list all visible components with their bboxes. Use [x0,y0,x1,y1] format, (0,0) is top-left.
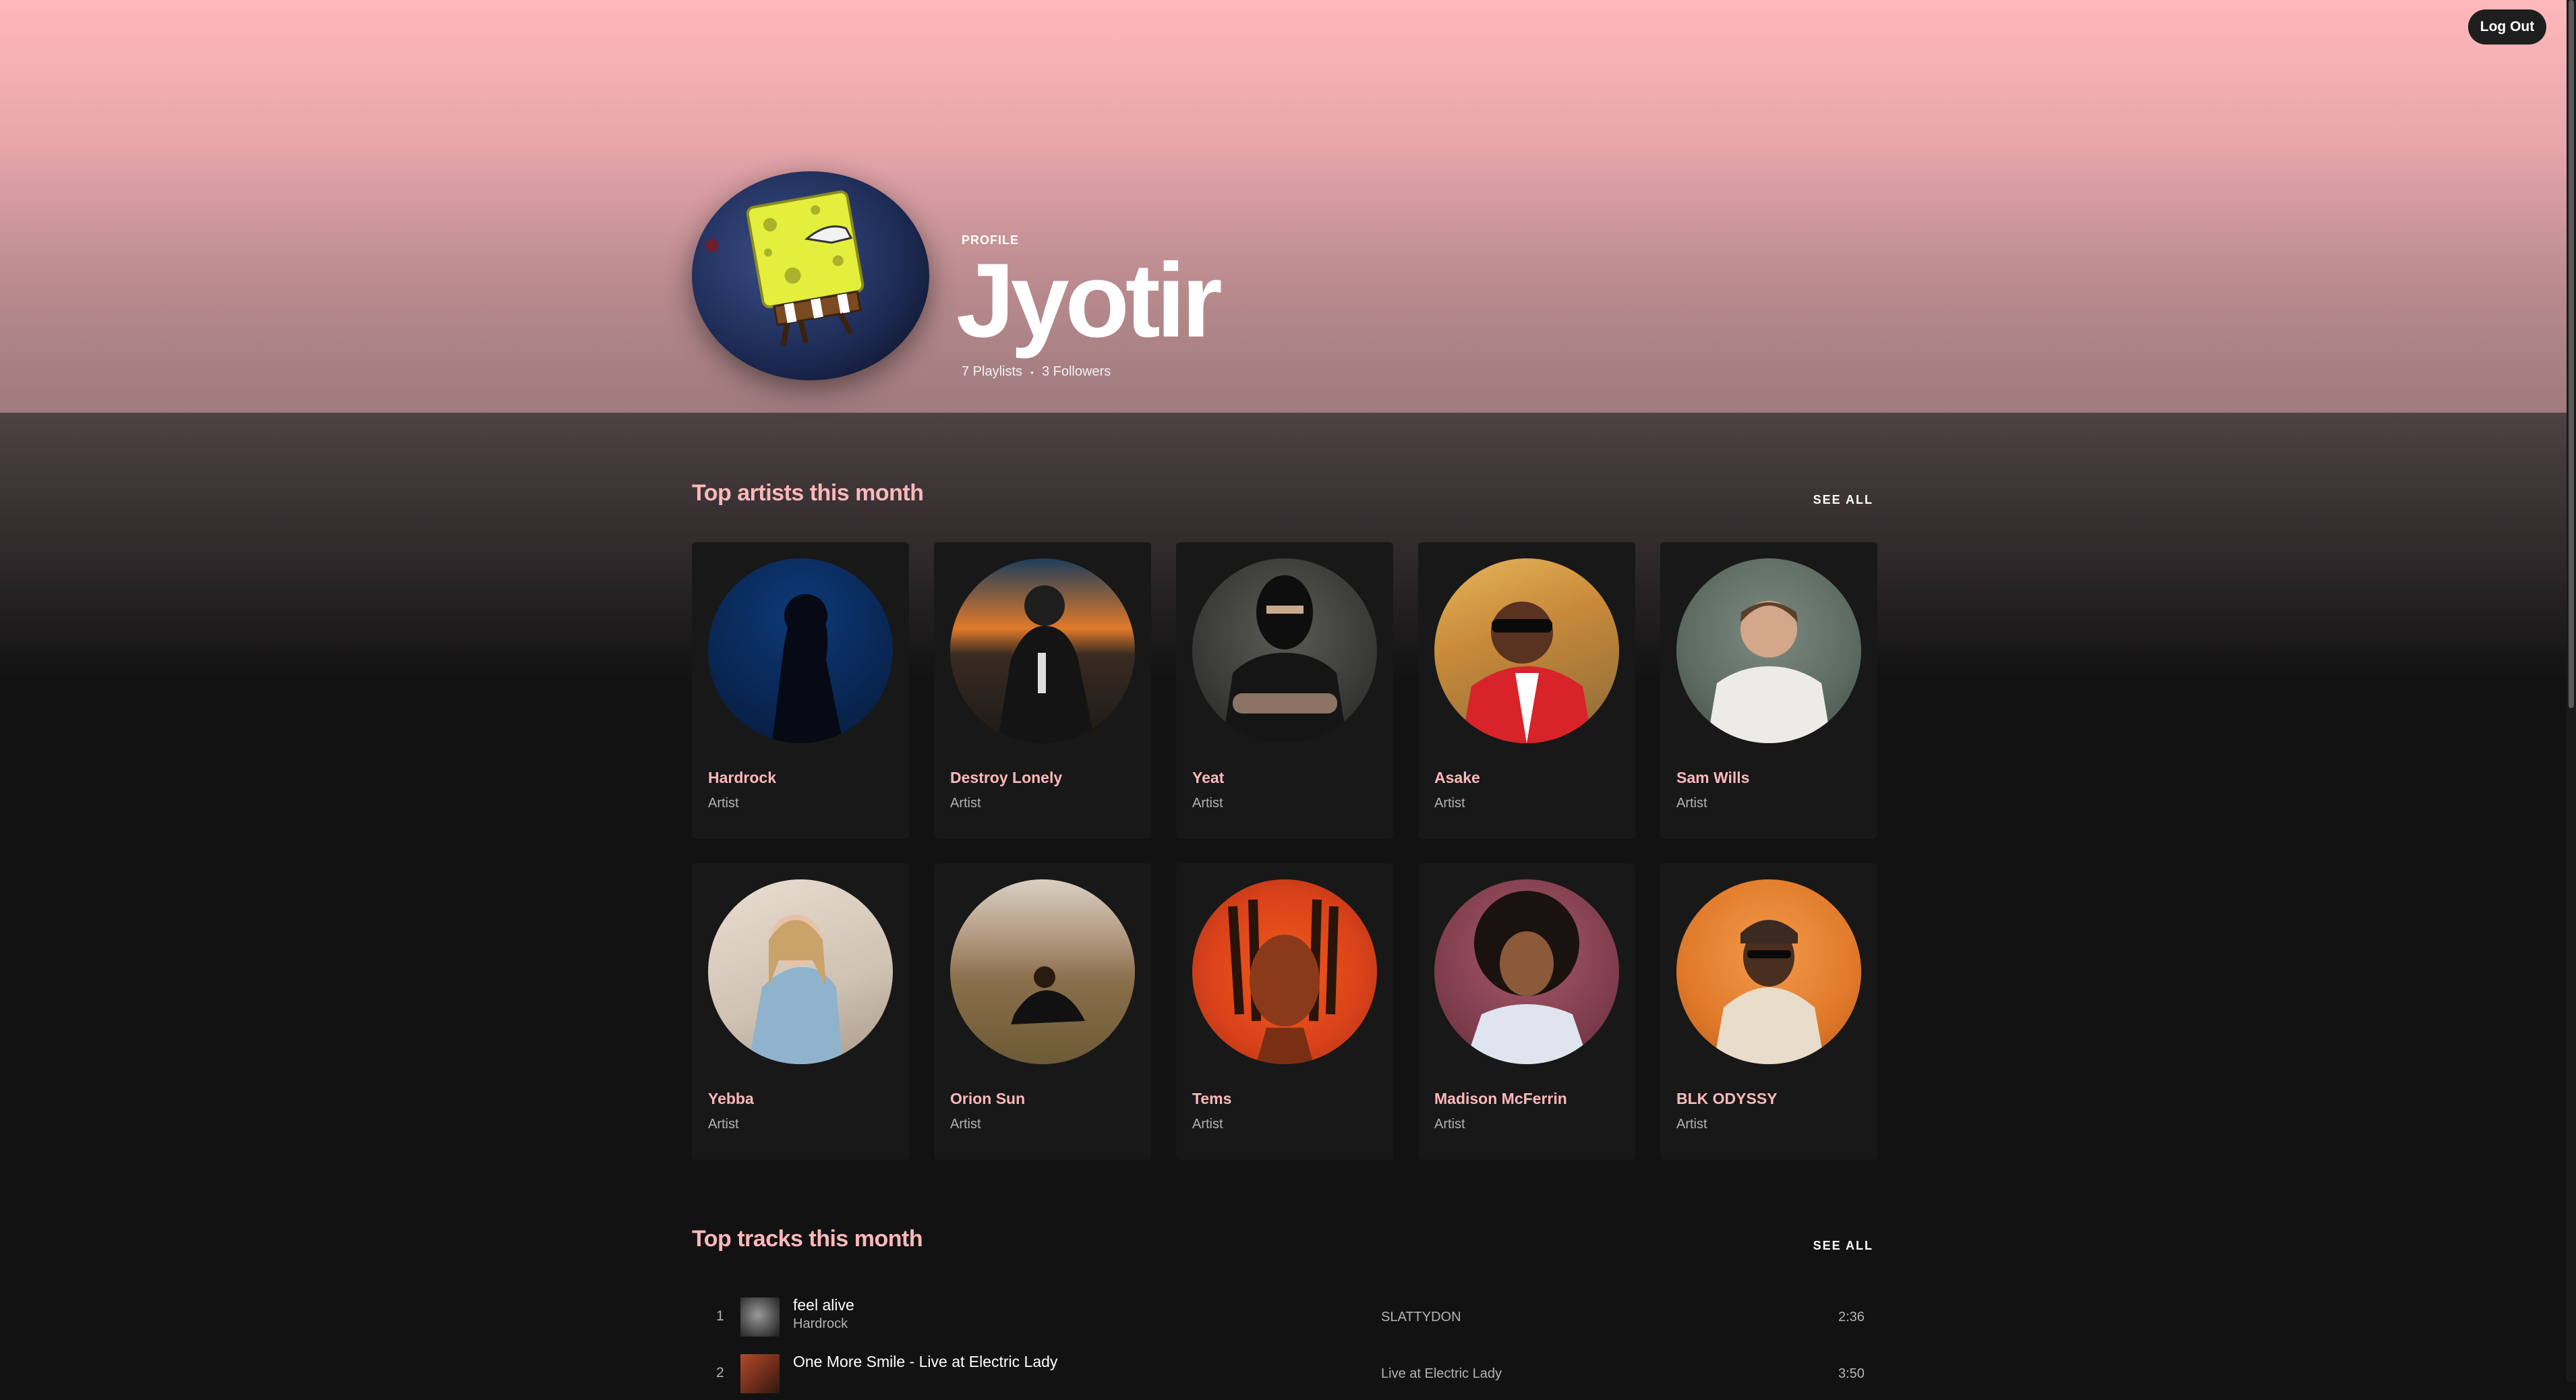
track-duration: 3:50 [1838,1366,1865,1381]
artist-card[interactable]: Asake Artist [1418,542,1635,839]
profile-header-background [0,0,2576,413]
stats-separator: • [1030,366,1034,378]
top-tracks-title: Top tracks this month [692,1226,923,1252]
artist-name[interactable]: Asake [1434,769,1480,787]
artist-name[interactable]: Sam Wills [1676,769,1749,787]
artist-card[interactable]: Hardrock Artist [692,542,909,839]
artist-type: Artist [1434,796,1465,811]
followers-count[interactable]: 3 Followers [1042,364,1111,380]
artist-type: Artist [1676,796,1707,811]
top-tracks-see-all-button[interactable]: SEE ALL [1809,1238,1877,1254]
artist-name[interactable]: BLK ODYSSY [1676,1090,1778,1108]
artist-card[interactable]: Tems Artist [1176,863,1393,1160]
artist-type: Artist [950,796,981,811]
artist-image [708,558,893,743]
artist-name[interactable]: Destroy Lonely [950,769,1062,787]
artist-type: Artist [708,1117,739,1132]
artist-name[interactable]: Orion Sun [950,1090,1025,1108]
artist-name[interactable]: Madison McFerrin [1434,1090,1567,1108]
artist-type: Artist [1192,796,1223,811]
top-artists-title: Top artists this month [692,480,924,506]
artist-type: Artist [708,796,739,811]
track-title[interactable]: One More Smile - Live at Electric Lady [793,1353,1057,1371]
track-duration: 2:36 [1838,1310,1865,1324]
track-number: 2 [716,1365,724,1380]
track-number: 1 [716,1308,724,1324]
artist-type: Artist [1434,1117,1465,1132]
track-row[interactable]: 1 feel alive Hardrock SLATTYDON 2:36 [692,1289,1879,1343]
artist-image [1676,558,1861,743]
artist-image [708,879,893,1064]
artist-name[interactable]: Yeat [1192,769,1224,787]
artist-image [1192,879,1377,1064]
artist-card[interactable]: Destroy Lonely Artist [934,542,1151,839]
track-artwork [740,1297,780,1337]
artist-card[interactable]: Sam Wills Artist [1660,542,1877,839]
artist-image [950,558,1135,743]
artist-name[interactable]: Tems [1192,1090,1231,1108]
scrollbar[interactable] [2567,0,2576,1382]
artist-name[interactable]: Yebba [708,1090,754,1108]
profile-stats: 7 Playlists • 3 Followers [962,364,1111,380]
artist-card[interactable]: Orion Sun Artist [934,863,1151,1160]
playlists-count[interactable]: 7 Playlists [962,364,1022,380]
artist-image [1434,879,1619,1064]
artist-card[interactable]: BLK ODYSSY Artist [1660,863,1877,1160]
profile-name: Jyotir [956,242,1223,359]
artist-card[interactable]: Yeat Artist [1176,542,1393,839]
scrollbar-thumb[interactable] [2569,0,2574,708]
artist-card[interactable]: Yebba Artist [692,863,909,1160]
artist-type: Artist [1676,1117,1707,1132]
artist-image [1192,558,1377,743]
track-album[interactable]: Live at Electric Lady [1381,1366,1502,1382]
artist-card[interactable]: Madison McFerrin Artist [1418,863,1635,1160]
artist-name[interactable]: Hardrock [708,769,776,787]
profile-avatar [692,171,929,380]
track-row[interactable]: 2 One More Smile - Live at Electric Lady… [692,1346,1879,1400]
artist-type: Artist [950,1117,981,1132]
logout-button[interactable]: Log Out [2468,9,2546,45]
top-artists-see-all-button[interactable]: SEE ALL [1809,492,1877,508]
track-album[interactable]: SLATTYDON [1381,1310,1461,1325]
artist-type: Artist [1192,1117,1223,1132]
artist-image [1676,879,1861,1064]
track-artist[interactable]: Hardrock [793,1316,848,1332]
artist-image [1434,558,1619,743]
track-title[interactable]: feel alive [793,1296,854,1314]
track-artwork [740,1354,780,1393]
artist-image [950,879,1135,1064]
